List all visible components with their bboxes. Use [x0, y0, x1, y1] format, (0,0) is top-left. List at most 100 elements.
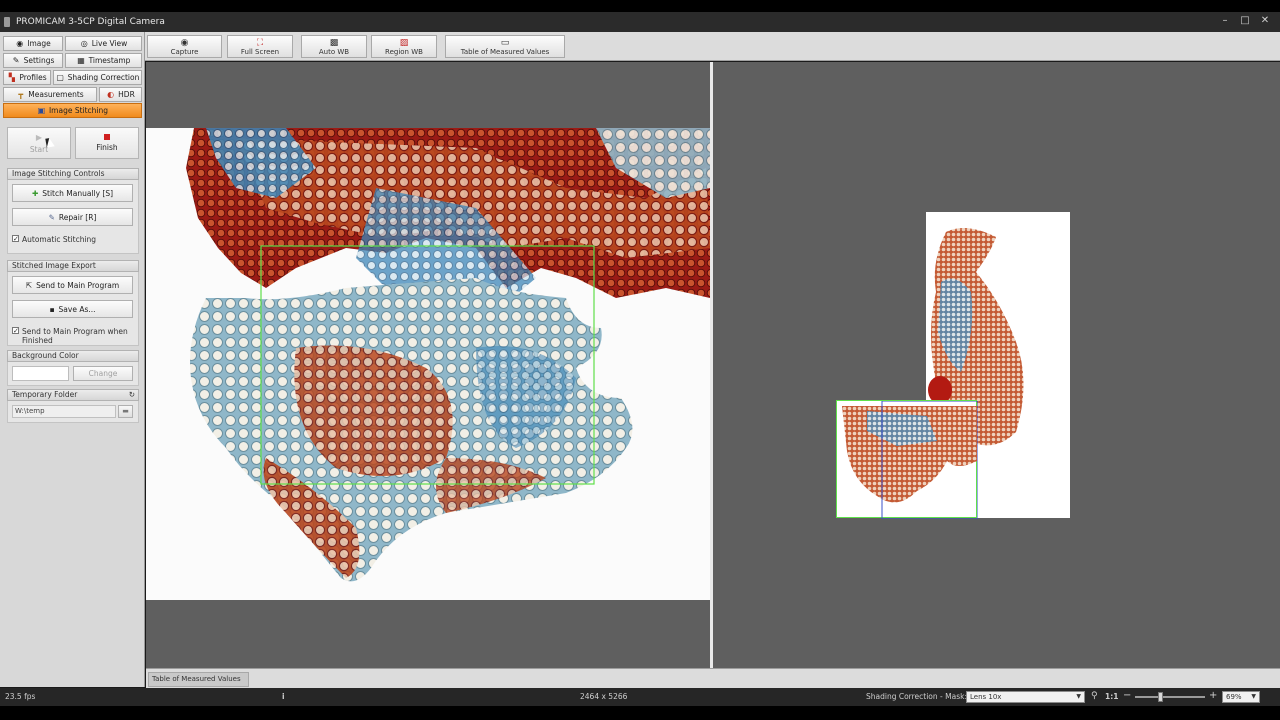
minimize-button[interactable]: – [1218, 14, 1232, 28]
window-title: PROMICAM 3-5CP Digital Camera [16, 17, 165, 27]
finish-button[interactable]: Finish [75, 127, 139, 159]
zoom-in-icon[interactable]: + [1209, 690, 1217, 701]
nav-image-stitching-label: Image Stitching [48, 106, 109, 115]
change-color-button[interactable]: Change [73, 366, 133, 381]
save-as-button[interactable]: ▪ Save As... [12, 300, 133, 318]
section-export-header: Stitched Image Export [7, 260, 139, 272]
resolution-readout: 2464 x 5266 [580, 692, 628, 701]
maximize-button[interactable]: □ [1238, 14, 1252, 28]
stitched-tile-current [836, 400, 979, 520]
save-as-label: Save As... [58, 304, 96, 314]
table-icon: ▭ [500, 37, 510, 48]
full-screen-label: Full Screen [240, 47, 280, 56]
repair-button[interactable]: ✎ Repair [R] [12, 208, 133, 226]
folder-icon[interactable]: ▬ [118, 405, 133, 418]
stop-icon [104, 134, 110, 140]
microscope-image [146, 128, 710, 600]
table-values-button[interactable]: ▭ Table of Measured Values [445, 35, 565, 58]
section-bg-color-header: Background Color [7, 350, 139, 362]
send-when-finished-checkbox[interactable]: ✓ Send to Main Program when Finished [12, 327, 132, 345]
close-button[interactable]: ✕ [1258, 14, 1272, 28]
nav-image-label: Image [27, 39, 51, 48]
camera-icon: ◉ [180, 37, 189, 48]
send-to-main-button[interactable]: ⇱ Send to Main Program [12, 276, 133, 294]
stitched-preview-pane[interactable] [713, 62, 1280, 668]
wrench-icon: ✎ [12, 55, 20, 65]
ruler-icon: ┳ [18, 89, 24, 99]
region-wb-button[interactable]: ▨ Region WB [371, 35, 437, 58]
nav-timestamp-button[interactable]: ▦ Timestamp [65, 53, 142, 68]
capture-button[interactable]: ◉ Capture [147, 35, 222, 58]
zoom-field[interactable]: 69% ▼ [1222, 691, 1260, 703]
fullscreen-icon: ⛶ [256, 37, 264, 48]
magnifier-icon[interactable]: ⚲ [1091, 691, 1098, 701]
nav-settings-button[interactable]: ✎ Settings [3, 53, 63, 68]
app-icon [4, 17, 10, 27]
nav-measurements-label: Measurements [28, 90, 84, 99]
fps-readout: 23.5 fps [5, 692, 36, 701]
nav-measurements-button[interactable]: ┳ Measurements [3, 87, 97, 102]
plus-icon: ✚ [31, 188, 39, 198]
left-control-panel: ◉ Image ◎ Live View ✎ Settings ▦ Timesta… [0, 32, 145, 687]
play-icon: ▶ [35, 132, 43, 142]
nav-shading-correction-button[interactable]: ▢ Shading Correction [53, 70, 142, 85]
lens-select[interactable]: Lens 10x ▼ [966, 691, 1085, 703]
zoom-value: 69% [1226, 693, 1242, 701]
stitch-manually-button[interactable]: ✚ Stitch Manually [S] [12, 184, 133, 202]
mouse-cursor [45, 137, 55, 148]
refresh-icon[interactable]: ↻ [129, 390, 135, 400]
bottom-letterbox [0, 706, 1280, 720]
automatic-stitching-checkbox[interactable]: ✓ Automatic Stitching [12, 235, 96, 244]
region-wb-icon: ▨ [399, 37, 409, 48]
info-icon[interactable]: i [282, 692, 285, 701]
automatic-stitching-label: Automatic Stitching [22, 235, 97, 244]
nav-hdr-label: HDR [118, 90, 135, 99]
wb-icon: ▩ [329, 37, 339, 48]
section-stitching-controls-header: Image Stitching Controls [7, 168, 139, 180]
temp-folder-field[interactable]: W:\temp [12, 405, 116, 418]
one-to-one-button[interactable]: 1:1 [1105, 692, 1118, 701]
start-label: Start [29, 144, 49, 154]
section-temp-folder-header: Temporary Folder ↻ [7, 389, 139, 401]
wrench-icon: ✎ [48, 212, 55, 222]
region-wb-label: Region WB [385, 47, 423, 56]
top-toolbar: ◉ Capture ⛶ Full Screen ▩ Auto WB ▨ Regi… [145, 32, 1280, 61]
nav-profiles-button[interactable]: ▚ Profiles [3, 70, 51, 85]
tab-table-of-measured-values[interactable]: Table of Measured Values [148, 672, 249, 687]
temp-folder-title: Temporary Folder [12, 390, 78, 399]
stitch-manually-label: Stitch Manually [S] [42, 188, 114, 198]
status-bar: 23.5 fps i 2464 x 5266 Shading Correctio… [0, 688, 1280, 706]
floppy-icon: ▪ [49, 304, 55, 314]
table-values-label: Table of Measured Values [460, 47, 550, 56]
checkmark-icon: ✓ [12, 327, 19, 335]
auto-wb-button[interactable]: ▩ Auto WB [301, 35, 367, 58]
nav-hdr-button[interactable]: ◐ HDR [99, 87, 142, 102]
zoom-slider-thumb[interactable] [1158, 692, 1163, 702]
change-color-label: Change [88, 369, 118, 378]
title-bar: PROMICAM 3-5CP Digital Camera – □ ✕ [0, 12, 1280, 32]
start-button[interactable]: ▶ Start [7, 127, 71, 159]
chevron-down-icon: ▼ [1076, 693, 1081, 700]
top-letterbox [0, 0, 1280, 12]
nav-image-stitching-button[interactable]: ▣ Image Stitching [3, 103, 142, 118]
auto-wb-label: Auto WB [318, 47, 350, 56]
nav-timestamp-label: Timestamp [88, 56, 131, 65]
stitching-icon: ▣ [37, 105, 46, 115]
nav-live-view-button[interactable]: ◎ Live View [65, 36, 142, 51]
nav-live-view-label: Live View [91, 39, 128, 48]
repair-label: Repair [R] [58, 212, 97, 222]
profiles-icon: ▚ [8, 72, 15, 82]
capture-label: Capture [170, 47, 199, 56]
camera-icon: ◉ [16, 38, 24, 48]
zoom-slider[interactable] [1135, 692, 1205, 702]
send-when-finished-label: Send to Main Program when Finished [22, 327, 128, 345]
calendar-icon: ▦ [77, 55, 85, 65]
nav-image-button[interactable]: ◉ Image [3, 36, 63, 51]
live-view-pane[interactable] [146, 62, 710, 668]
zoom-out-icon[interactable]: − [1123, 690, 1131, 701]
shading-mask-label: Shading Correction - Mask: [866, 692, 967, 701]
finish-label: Finish [96, 143, 118, 152]
nav-shading-label: Shading Correction [67, 73, 140, 82]
full-screen-button[interactable]: ⛶ Full Screen [227, 35, 293, 58]
lens-value: Lens 10x [970, 693, 1002, 701]
